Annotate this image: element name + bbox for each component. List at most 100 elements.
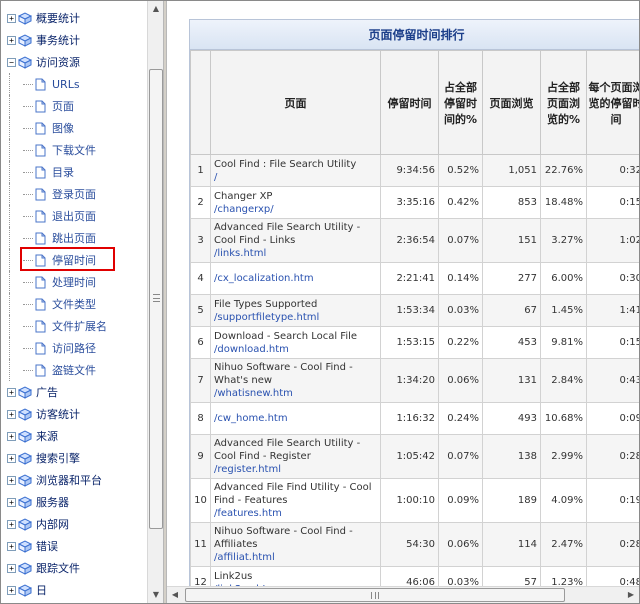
tree-connector xyxy=(9,139,10,161)
time-per-view: 0:15 xyxy=(586,326,639,359)
page-views: 114 xyxy=(482,522,541,567)
tree-node-bottom-4[interactable]: + 浏览器和平台 xyxy=(7,469,102,491)
page-views-pct: 1.23% xyxy=(540,566,587,586)
tree-leaf-11[interactable]: 文件扩展名 xyxy=(9,315,107,337)
page-url-link[interactable]: /changerxp/ xyxy=(214,203,377,216)
hscroll-thumb[interactable] xyxy=(185,588,565,602)
page-url-link[interactable]: /cw_home.htm xyxy=(214,412,377,425)
tree-node-label: 概要统计 xyxy=(36,12,80,25)
row-index: 6 xyxy=(190,326,211,359)
tree-node-bottom-3[interactable]: + 搜索引擎 xyxy=(7,447,80,469)
collapse-icon[interactable]: − xyxy=(7,57,16,67)
col-page[interactable]: 页面 xyxy=(210,50,381,155)
page-url-link[interactable]: /links.html xyxy=(214,247,377,260)
tree-leaf-4[interactable]: 目录 xyxy=(9,161,74,183)
table-row: 12Link2us/link2us.htm46:060.03%571.23%0:… xyxy=(190,566,639,586)
tree-node-label: 浏览器和平台 xyxy=(36,474,102,487)
tree-leaf-label: 处理时间 xyxy=(52,276,96,289)
tree-leaf-label: 下载文件 xyxy=(52,144,96,157)
time-per-view: 0:43 xyxy=(586,358,639,403)
scroll-right-button[interactable]: ▶ xyxy=(623,587,639,603)
page-views-pct: 2.47% xyxy=(540,522,587,567)
tree-connector xyxy=(23,127,33,129)
tree-node-bottom-6[interactable]: + 内部网 xyxy=(7,513,69,535)
expand-icon[interactable]: + xyxy=(7,497,16,507)
page-url-link[interactable]: /cx_localization.htm xyxy=(214,272,377,285)
tree-node-top-1[interactable]: + 事务统计 xyxy=(7,29,80,51)
tree-leaf-2[interactable]: 图像 xyxy=(9,117,74,139)
tree-leaf-6[interactable]: 退出页面 xyxy=(9,205,96,227)
row-index: 10 xyxy=(190,478,211,523)
page-icon xyxy=(35,122,46,135)
expand-icon[interactable]: + xyxy=(7,585,16,595)
tree-node-bottom-1[interactable]: + 访客统计 xyxy=(7,403,80,425)
page-title: Cool Find : File Search Utility xyxy=(214,158,357,170)
expand-icon[interactable]: + xyxy=(7,519,16,529)
scroll-down-button[interactable]: ▼ xyxy=(148,587,164,603)
page-title: Nihuo Software - Cool Find - Affiliates xyxy=(214,526,353,550)
page-url-link[interactable]: / xyxy=(214,171,377,184)
col-views[interactable]: 页面浏览 xyxy=(482,50,541,155)
expand-icon[interactable]: + xyxy=(7,35,16,45)
tree-node-bottom-0[interactable]: + 广告 xyxy=(7,381,58,403)
time-per-view: 0:48 xyxy=(586,566,639,586)
col-views-pct[interactable]: 占全部页面浏览的% xyxy=(540,50,587,155)
expand-icon[interactable]: + xyxy=(7,541,16,551)
tree-node-bottom-7[interactable]: + 错误 xyxy=(7,535,58,557)
page-views: 189 xyxy=(482,478,541,523)
row-index: 11 xyxy=(190,522,211,567)
tree-node-bottom-8[interactable]: + 跟踪文件 xyxy=(7,557,80,579)
expand-icon[interactable]: + xyxy=(7,387,16,397)
folder-book-icon xyxy=(18,55,32,69)
page-views-pct: 6.00% xyxy=(540,262,587,295)
tree-leaf-label: 图像 xyxy=(52,122,74,135)
tree-leaf-1[interactable]: 页面 xyxy=(9,95,74,117)
page-cell: Nihuo Software - Cool Find - Affiliates /… xyxy=(210,522,381,567)
tree-node-top-2[interactable]: − 访问资源 xyxy=(7,51,80,73)
expand-icon[interactable]: + xyxy=(7,409,16,419)
dwell-time: 1:00:10 xyxy=(380,478,439,523)
page-url-link[interactable]: /affiliat.html xyxy=(214,551,377,564)
tree-node-bottom-2[interactable]: + 来源 xyxy=(7,425,58,447)
scroll-left-button[interactable]: ◀ xyxy=(167,587,183,603)
page-icon xyxy=(35,144,46,157)
tree-leaf-10[interactable]: 文件类型 xyxy=(9,293,96,315)
expand-icon[interactable]: + xyxy=(7,563,16,573)
tree-leaf-12[interactable]: 访问路径 xyxy=(9,337,96,359)
table-row: 11 Nihuo Software - Cool Find - Affiliate… xyxy=(190,522,639,567)
scroll-thumb[interactable] xyxy=(149,69,163,529)
tree-leaf-label: 目录 xyxy=(52,166,74,179)
col-time[interactable]: 停留时间 xyxy=(380,50,439,155)
dwell-time: 46:06 xyxy=(380,566,439,586)
tree-leaf-3[interactable]: 下载文件 xyxy=(9,139,96,161)
page-url-link[interactable]: /features.htm xyxy=(214,507,377,520)
tree-connector xyxy=(23,347,33,349)
tree-leaf-5[interactable]: 登录页面 xyxy=(9,183,96,205)
scroll-up-button[interactable]: ▲ xyxy=(148,1,164,17)
dwell-time-pct: 0.03% xyxy=(438,566,483,586)
page-url-link[interactable]: /whatisnew.htm xyxy=(214,387,377,400)
tree-leaf-label: 文件扩展名 xyxy=(52,320,107,333)
page-url-link[interactable]: /register.html xyxy=(214,463,377,476)
page-url-link[interactable]: /download.htm xyxy=(214,343,377,356)
content-horizontal-scrollbar[interactable]: ◀ ▶ xyxy=(167,586,639,603)
tree-leaf-0[interactable]: URLs xyxy=(9,73,80,95)
expand-icon[interactable]: + xyxy=(7,13,16,23)
page-url-link[interactable]: /supportfiletype.html xyxy=(214,311,377,324)
tree-node-bottom-9[interactable]: + 日 xyxy=(7,579,47,601)
tree-leaf-9[interactable]: 处理时间 xyxy=(9,271,96,293)
expand-icon[interactable]: + xyxy=(7,431,16,441)
report-title: 页面停留时间排行 xyxy=(190,20,639,50)
tree-node-top-0[interactable]: + 概要统计 xyxy=(7,7,80,29)
dwell-time: 1:53:15 xyxy=(380,326,439,359)
expand-icon[interactable]: + xyxy=(7,453,16,463)
page-views: 453 xyxy=(482,326,541,359)
expand-icon[interactable]: + xyxy=(7,475,16,485)
dwell-time-pct: 0.09% xyxy=(438,478,483,523)
tree-leaf-7[interactable]: 跳出页面 xyxy=(9,227,96,249)
tree-node-bottom-5[interactable]: + 服务器 xyxy=(7,491,69,513)
col-time-per-view[interactable]: 每个页面浏览的停留时间 xyxy=(586,50,639,155)
tree-leaf-13[interactable]: 盗链文件 xyxy=(9,359,96,381)
tree-vertical-scrollbar[interactable]: ▲ ▼ xyxy=(147,1,163,603)
col-time-pct[interactable]: 占全部停留时间的% xyxy=(438,50,483,155)
